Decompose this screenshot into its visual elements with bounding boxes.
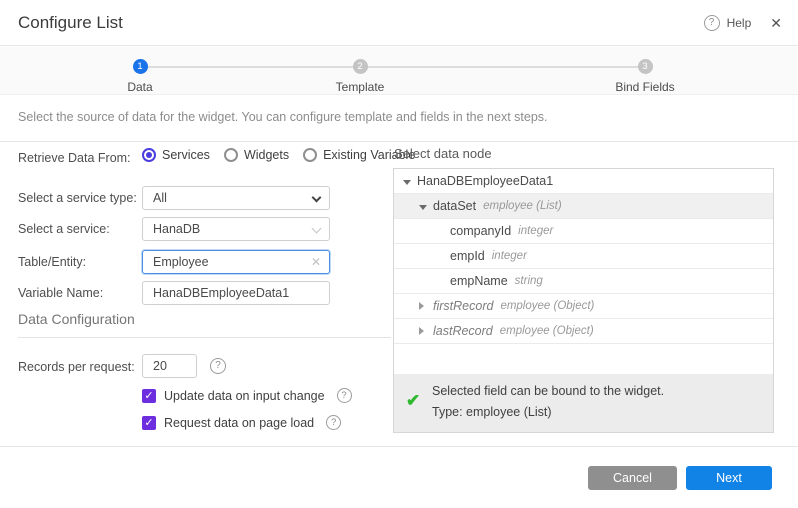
update-data-help-icon[interactable]: ? (337, 388, 352, 403)
update-data-label: Update data on input change (164, 389, 325, 403)
step-3-label: Bind Fields (585, 80, 705, 94)
tree-node-lastrecord[interactable]: lastRecord employee (Object) (394, 319, 773, 344)
selection-info-type: Type: employee (List) (432, 405, 552, 419)
dialog-header: Configure List ? Help ✕ (0, 0, 798, 46)
table-entity-field-wrap: ✕ (142, 250, 330, 274)
service-type-select[interactable]: All (142, 186, 330, 210)
selection-info-panel: ✔ Selected field can be bound to the wid… (394, 374, 773, 432)
checkbox-checked-icon[interactable]: ✓ (142, 389, 156, 403)
select-data-node-heading: Select data node (394, 146, 492, 161)
records-per-request-input[interactable] (142, 354, 197, 378)
chevron-down-icon[interactable] (419, 205, 427, 210)
update-data-checkbox-row: ✓ Update data on input change ? (142, 388, 352, 403)
tree-node-companyid[interactable]: companyId integer (394, 219, 773, 244)
tree-node-dataset[interactable]: dataSet employee (List) (394, 194, 773, 219)
checkbox-checked-icon[interactable]: ✓ (142, 416, 156, 430)
records-per-request-label: Records per request: (18, 360, 135, 374)
variable-name-label: Variable Name: (18, 286, 103, 300)
chevron-down-icon (312, 224, 322, 234)
section-divider (18, 337, 391, 338)
chevron-right-icon[interactable] (419, 302, 424, 310)
help-label[interactable]: Help (727, 16, 752, 30)
table-entity-label: Table/Entity: (18, 255, 86, 269)
request-data-label: Request data on page load (164, 416, 314, 430)
step-template[interactable]: 2 Template (300, 59, 420, 94)
table-entity-input[interactable] (143, 251, 329, 273)
radio-unselected-icon[interactable] (224, 148, 238, 162)
step-data[interactable]: 1 Data (80, 59, 200, 94)
radio-widgets[interactable]: Widgets (224, 148, 289, 162)
clear-icon[interactable]: ✕ (311, 255, 321, 269)
chevron-right-icon[interactable] (419, 327, 424, 335)
data-node-tree: HanaDBEmployeeData1 dataSet employee (Li… (393, 168, 774, 433)
footer-divider (0, 446, 798, 447)
radio-unselected-icon[interactable] (303, 148, 317, 162)
radio-services[interactable]: Services (142, 148, 210, 162)
tree-node-empid[interactable]: empId integer (394, 244, 773, 269)
step-1-circle[interactable]: 1 (133, 59, 148, 74)
retrieve-source-radio-group: Services Widgets Existing Variable (142, 148, 415, 162)
dialog-title: Configure List (18, 0, 123, 46)
request-data-checkbox-row: ✓ Request data on page load ? (142, 415, 341, 430)
configure-list-dialog: Configure List ? Help ✕ 1 Data 2 Templat… (0, 0, 798, 508)
step-2-circle[interactable]: 2 (353, 59, 368, 74)
radio-selected-icon[interactable] (142, 148, 156, 162)
description-text: Select the source of data for the widget… (18, 110, 548, 124)
data-configuration-heading: Data Configuration (18, 311, 135, 327)
dialog-description: Select the source of data for the widget… (0, 96, 798, 142)
help-icon[interactable]: ? (704, 15, 720, 31)
selection-info-message: Selected field can be bound to the widge… (432, 384, 664, 398)
cancel-button[interactable]: Cancel (588, 466, 677, 490)
service-select[interactable]: HanaDB (142, 217, 330, 241)
retrieve-data-from-label: Retrieve Data From: (18, 151, 131, 165)
service-type-label: Select a service type: (18, 191, 137, 205)
close-icon[interactable]: ✕ (770, 15, 782, 32)
records-help-icon[interactable]: ? (210, 358, 226, 374)
wizard-stepper: 1 Data 2 Template 3 Bind Fields (0, 47, 798, 95)
tree-node-hanadbemployeedata1[interactable]: HanaDBEmployeeData1 (394, 169, 773, 194)
variable-name-input[interactable] (142, 281, 330, 305)
tree-node-firstrecord[interactable]: firstRecord employee (Object) (394, 294, 773, 319)
chevron-down-icon[interactable] (403, 180, 411, 185)
step-3-circle[interactable]: 3 (638, 59, 653, 74)
step-1-label: Data (80, 80, 200, 94)
service-label: Select a service: (18, 222, 110, 236)
request-data-help-icon[interactable]: ? (326, 415, 341, 430)
step-bind-fields[interactable]: 3 Bind Fields (585, 59, 705, 94)
check-icon: ✔ (406, 391, 420, 411)
chevron-down-icon (312, 193, 322, 203)
next-button[interactable]: Next (686, 466, 772, 490)
step-2-label: Template (300, 80, 420, 94)
tree-node-empname[interactable]: empName string (394, 269, 773, 294)
